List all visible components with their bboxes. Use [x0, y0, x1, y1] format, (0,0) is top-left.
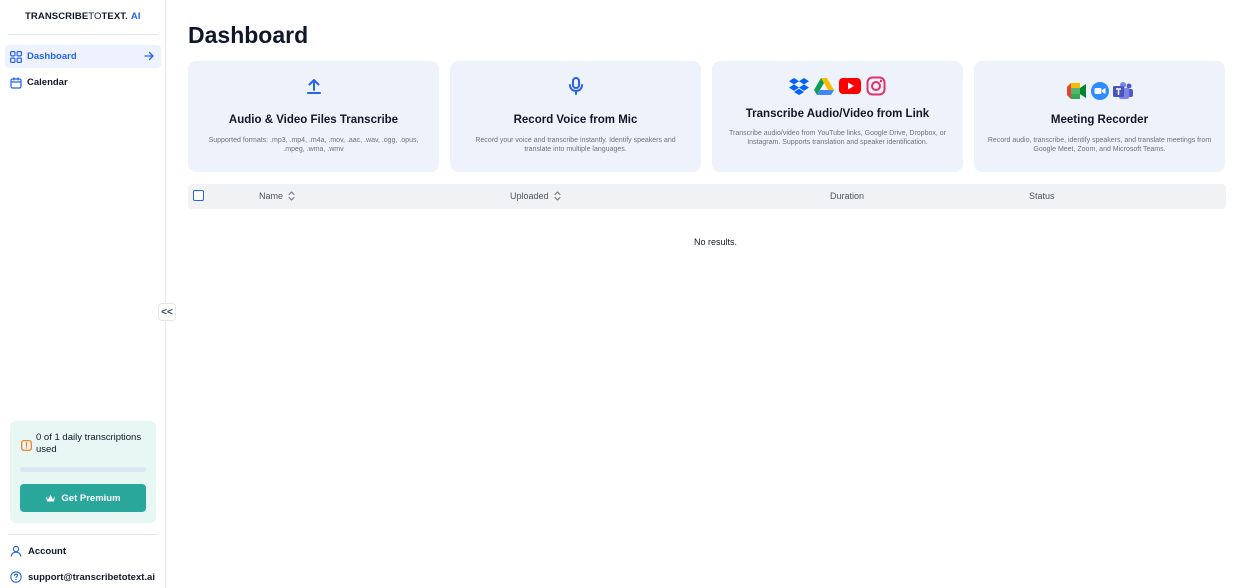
app-root: TRANSCRIBETOTEXT. AI Dashboard Calendar 0… — [0, 0, 1243, 588]
google-drive-icon — [814, 78, 834, 95]
card-description: Record your voice and transcribe instant… — [475, 137, 676, 153]
card-icons — [712, 73, 963, 99]
arrow-right-icon — [143, 50, 155, 62]
get-premium-button[interactable]: Get Premium — [20, 484, 146, 512]
card-record-mic[interactable]: Record Voice from Mic Record your voice … — [450, 61, 701, 172]
column-header-label: Uploaded — [510, 191, 549, 201]
sidebar-bottom-divider — [8, 534, 158, 535]
card-description: Transcribe audio/video from YouTube link… — [729, 130, 946, 146]
support-email-link[interactable]: support@transcribetotext.ai — [10, 571, 155, 583]
instagram-icon — [866, 76, 886, 96]
column-header-status: Status — [1029, 191, 1055, 201]
card-icons — [450, 73, 701, 99]
sidebar-item-calendar[interactable]: Calendar — [5, 71, 161, 94]
empty-state-text: No results. — [693, 237, 737, 247]
zoom-icon — [1090, 82, 1109, 100]
card-icons — [974, 78, 1225, 104]
help-circle-icon — [10, 571, 22, 583]
select-all-checkbox[interactable] — [193, 190, 204, 201]
account-label: Account — [28, 545, 66, 557]
logo-part-to: TO — [88, 11, 102, 22]
upload-icon — [306, 79, 321, 94]
page-title: Dashboard — [188, 22, 309, 48]
sidebar: TRANSCRIBETOTEXT. AI Dashboard Calendar 0… — [0, 0, 166, 588]
card-icons — [188, 73, 439, 99]
calendar-icon — [10, 76, 22, 89]
grid-icon — [10, 50, 22, 63]
card-meeting-recorder[interactable]: Meeting Recorder Record audio, transcrib… — [974, 61, 1225, 172]
table-empty-state: No results. — [0, 237, 1243, 247]
brand-logo[interactable]: TRANSCRIBETOTEXT. AI — [25, 11, 141, 22]
alert-icon — [21, 438, 32, 451]
google-meet-icon — [1066, 83, 1086, 99]
usage-panel: 0 of 1 daily transcriptions used Get Pre… — [10, 421, 156, 523]
table-header: Name Uploaded Duration Status — [188, 184, 1226, 209]
column-header-label: Duration — [830, 191, 865, 201]
card-description: Record audio, transcribe, identify speak… — [987, 137, 1212, 153]
logo-part-ai: AI — [130, 11, 141, 22]
usage-progress-bar — [20, 467, 146, 472]
sort-icon — [554, 191, 561, 201]
column-header-label: Status — [1029, 191, 1055, 201]
sidebar-item-label: Dashboard — [27, 51, 77, 62]
card-description: Supported formats: .mp3, .mp4, .m4a, .mo… — [208, 137, 419, 153]
youtube-icon — [839, 78, 861, 94]
card-title: Meeting Recorder — [1050, 114, 1149, 126]
microphone-icon — [568, 77, 583, 95]
support-email-label: support@transcribetotext.ai — [28, 571, 155, 583]
logo-part-transcribe: TRANSCRIBE — [25, 11, 89, 22]
dropbox-icon — [789, 78, 809, 95]
card-title: Record Voice from Mic — [513, 114, 638, 126]
sort-icon — [288, 191, 295, 201]
column-header-name[interactable]: Name — [259, 191, 295, 201]
crown-icon — [46, 495, 56, 502]
column-header-label: Name — [259, 191, 284, 201]
card-transcribe-link[interactable]: Transcribe Audio/Video from Link Transcr… — [712, 61, 963, 172]
column-header-uploaded[interactable]: Uploaded — [510, 191, 561, 201]
card-file-transcribe[interactable]: Audio & Video Files Transcribe Supported… — [188, 61, 439, 172]
account-link[interactable]: Account — [10, 545, 66, 557]
sidebar-item-label: Calendar — [27, 77, 68, 88]
get-premium-label: Get Premium — [61, 492, 121, 504]
card-title: Audio & Video Files Transcribe — [228, 114, 399, 126]
user-icon — [10, 545, 22, 557]
microsoft-teams-icon — [1112, 82, 1133, 99]
usage-text: 0 of 1 daily transcriptions used — [36, 432, 142, 455]
column-header-duration: Duration — [830, 191, 864, 201]
sidebar-item-dashboard[interactable]: Dashboard — [5, 45, 161, 68]
logo-divider — [8, 34, 158, 35]
card-title: Transcribe Audio/Video from Link — [745, 108, 930, 120]
collapse-sidebar-button[interactable]: << — [158, 303, 176, 321]
logo-part-text: TEXT. — [101, 11, 128, 22]
